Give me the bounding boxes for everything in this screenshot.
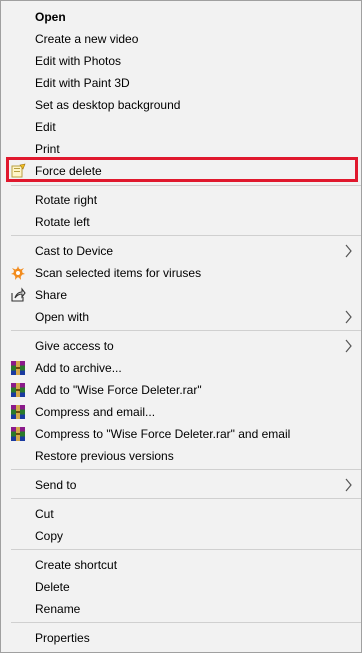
menu-item-label: Restore previous versions [35,449,174,463]
menu-item-copy[interactable]: Copy [1,525,361,547]
menu-item-compress-rar-email[interactable]: Compress to "Wise Force Deleter.rar" and… [1,423,361,445]
menu-item-edit-paint3d[interactable]: Edit with Paint 3D [1,72,361,94]
menu-item-label: Give access to [35,339,114,353]
chevron-right-icon [345,478,352,492]
menu-item-label: Cut [35,507,54,521]
menu-separator [11,549,361,550]
context-menu: Open Create a new video Edit with Photos… [0,0,362,653]
menu-separator [11,330,361,331]
menu-item-label: Create shortcut [35,558,118,572]
menu-item-open-with[interactable]: Open with [1,306,361,328]
menu-item-label: Rotate left [35,215,90,229]
menu-separator [11,498,361,499]
menu-separator [11,469,361,470]
menu-item-label: Rename [35,602,81,616]
menu-item-rotate-right[interactable]: Rotate right [1,189,361,211]
menu-item-label: Edit with Paint 3D [35,76,130,90]
menu-item-label: Copy [35,529,64,543]
menu-item-send-to[interactable]: Send to [1,474,361,496]
winrar-icon [11,427,25,441]
menu-item-rename[interactable]: Rename [1,598,361,620]
menu-item-label: Compress to "Wise Force Deleter.rar" and… [35,427,291,441]
wise-force-deleter-icon [11,163,26,178]
menu-item-label: Scan selected items for viruses [35,266,202,280]
menu-item-scan-viruses[interactable]: Scan selected items for viruses [1,262,361,284]
menu-item-label: Add to "Wise Force Deleter.rar" [35,383,202,397]
menu-item-label: Open with [35,310,90,324]
menu-item-force-delete[interactable]: Force delete [1,160,361,182]
winrar-icon [11,383,25,397]
menu-item-properties[interactable]: Properties [1,627,361,649]
menu-item-label: Cast to Device [35,244,114,258]
menu-item-add-archive[interactable]: Add to archive... [1,357,361,379]
menu-item-label: Set as desktop background [35,98,181,112]
menu-item-label: Rotate right [35,193,98,207]
menu-item-label: Create a new video [35,32,139,46]
menu-item-delete[interactable]: Delete [1,576,361,598]
menu-item-print[interactable]: Print [1,138,361,160]
menu-item-edit[interactable]: Edit [1,116,361,138]
menu-item-give-access[interactable]: Give access to [1,335,361,357]
menu-item-cut[interactable]: Cut [1,503,361,525]
menu-item-cast-to-device[interactable]: Cast to Device [1,240,361,262]
menu-item-label: Force delete [35,164,102,178]
menu-item-label: Share [35,288,68,302]
menu-item-open[interactable]: Open [1,6,361,28]
menu-item-set-background[interactable]: Set as desktop background [1,94,361,116]
winrar-icon [11,405,25,419]
chevron-right-icon [345,310,352,324]
menu-item-label: Edit [35,120,56,134]
menu-item-share[interactable]: Share [1,284,361,306]
menu-item-label: Send to [35,478,77,492]
menu-separator [11,185,361,186]
menu-separator [11,622,361,623]
chevron-right-icon [345,339,352,353]
winrar-icon [11,361,25,375]
menu-item-rotate-left[interactable]: Rotate left [1,211,361,233]
menu-item-create-video[interactable]: Create a new video [1,28,361,50]
menu-item-label: Add to archive... [35,361,122,375]
menu-item-create-shortcut[interactable]: Create shortcut [1,554,361,576]
chevron-right-icon [345,244,352,258]
menu-item-restore-versions[interactable]: Restore previous versions [1,445,361,467]
menu-item-label: Compress and email... [35,405,156,419]
menu-item-label: Print [35,142,60,156]
menu-item-edit-photos[interactable]: Edit with Photos [1,50,361,72]
menu-item-label: Properties [35,631,90,645]
menu-item-label: Open [35,10,66,24]
menu-separator [11,235,361,236]
menu-item-label: Delete [35,580,70,594]
menu-item-compress-email[interactable]: Compress and email... [1,401,361,423]
menu-item-label: Edit with Photos [35,54,122,68]
share-icon [11,287,26,302]
avast-icon [11,266,25,280]
menu-item-add-rar[interactable]: Add to "Wise Force Deleter.rar" [1,379,361,401]
